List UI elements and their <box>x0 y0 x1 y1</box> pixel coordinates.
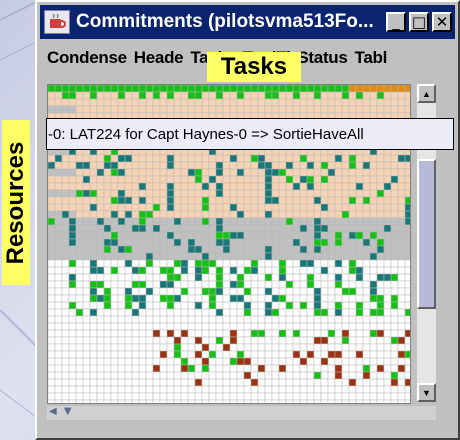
window-title: Commitments (pilotsvma513Fo... <box>76 11 374 32</box>
scroll-thumb[interactable] <box>417 159 436 309</box>
menu-header[interactable]: Heade <box>134 48 184 68</box>
resources-annotation-text: Resources <box>2 141 29 264</box>
horizontal-scroll-arrows-icon[interactable]: ◀ ▼ <box>49 406 74 417</box>
arrow-up-icon: ▲ <box>422 88 431 99</box>
scroll-up-button[interactable]: ▲ <box>417 84 436 103</box>
title-bar[interactable]: Commitments (pilotsvma513Fo... _ □ ✕ <box>40 5 455 39</box>
close-button[interactable]: ✕ <box>432 12 452 32</box>
maximize-button[interactable]: □ <box>409 12 429 32</box>
scroll-down-button[interactable]: ▼ <box>417 383 436 402</box>
menu-status[interactable]: Status <box>297 48 347 68</box>
menu-condense[interactable]: Condense <box>47 48 127 68</box>
java-cup-icon <box>44 10 70 34</box>
close-icon: ✕ <box>435 12 449 31</box>
maximize-icon: □ <box>411 12 427 31</box>
resources-annotation-label: Resources <box>2 120 30 285</box>
minimize-button[interactable]: _ <box>386 12 406 32</box>
arrow-down-icon: ▼ <box>422 387 431 398</box>
minimize-icon: _ <box>392 12 400 31</box>
tasks-annotation-label: Tasks <box>207 52 301 82</box>
horizontal-scrollbar[interactable]: ◀ ▼ <box>47 406 436 420</box>
cell-tooltip: -0: LAT224 for Capt Haynes-0 => SortieHa… <box>46 118 454 150</box>
menu-table[interactable]: Tabl <box>355 48 388 68</box>
